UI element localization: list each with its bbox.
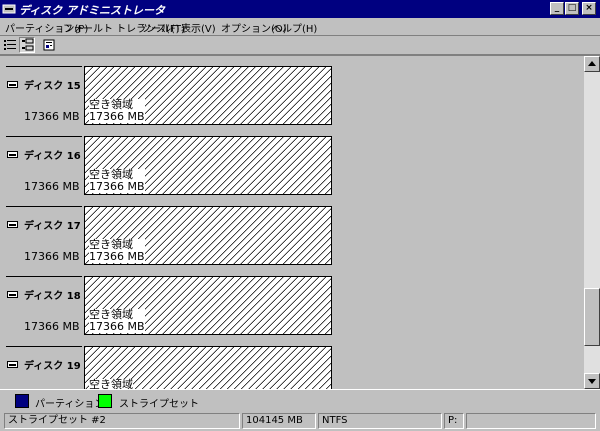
scroll-down-button[interactable] — [584, 373, 600, 389]
stripe-set-color-swatch — [98, 394, 112, 408]
scroll-up-button[interactable] — [584, 56, 600, 72]
status-size: 104145 MB — [242, 413, 316, 429]
disk-name: ディスク 18 — [24, 291, 81, 302]
status-selection: ストライプセット #2 — [4, 413, 240, 429]
disk-name: ディスク 17 — [24, 221, 81, 232]
free-space-region[interactable]: 空き領域 17366 MB — [84, 66, 332, 125]
vertical-scrollbar[interactable] — [584, 56, 600, 389]
status-drive-letter: P: — [444, 413, 464, 429]
disk-name: ディスク 15 — [24, 81, 81, 92]
menu-bar: パーティション(P) フォールト トレランス(F) ツール(T) 表示(V) オ… — [0, 18, 600, 35]
disk-size: 17366 MB — [24, 110, 80, 123]
disk-size: 17366 MB — [24, 180, 80, 193]
free-space-region[interactable]: 空き領域 17366 MB — [84, 276, 332, 335]
window-title: ディスク アドミニストレータ — [19, 4, 166, 17]
properties-icon — [43, 39, 55, 51]
disk-separator — [6, 276, 82, 277]
volumes-view-button[interactable] — [2, 37, 18, 53]
volume-size: 17366 MB — [89, 250, 145, 263]
volume-size: 17366 MB — [89, 320, 145, 333]
partition-color-swatch — [15, 394, 29, 408]
minimize-button[interactable]: _ — [550, 2, 564, 15]
disk-size: 17366 MB — [24, 320, 80, 333]
hard-disk-icon — [7, 361, 18, 368]
volume-size: 17366 MB — [89, 180, 145, 193]
free-space-label: 空き領域 17366 MB — [89, 239, 145, 263]
arrow-up-icon — [588, 61, 596, 66]
status-empty-field — [466, 413, 596, 429]
disk-row[interactable]: ディスク 18 17366 MB 空き領域 17366 MB — [0, 276, 584, 346]
disk-configuration-pane: ディスク 15 17366 MB 空き領域 17366 MB ディスク 16 1… — [0, 54, 600, 389]
disk-separator — [6, 136, 82, 137]
legend-bar: パーティション ストライプセット — [0, 389, 600, 411]
properties-button[interactable] — [41, 37, 57, 53]
disk-name: ディスク 16 — [24, 151, 81, 162]
list-view-icon — [4, 40, 16, 50]
legend-stripe-set-label: ストライプセット — [119, 399, 199, 410]
free-space-label: 空き領域 17366 MB — [89, 169, 145, 193]
disk-layout-icon — [22, 38, 34, 51]
toolbar — [0, 35, 600, 54]
free-space-region[interactable]: 空き領域 17366 MB — [84, 206, 332, 265]
disk-row[interactable]: ディスク 15 17366 MB 空き領域 17366 MB — [0, 66, 584, 136]
hard-disk-icon — [7, 291, 18, 298]
maximize-button[interactable]: □ — [565, 2, 579, 15]
disk-admin-app-icon — [2, 4, 16, 14]
disk-separator — [6, 66, 82, 67]
scroll-thumb[interactable] — [584, 288, 600, 346]
menu-help[interactable]: ヘルプ(H) — [272, 20, 317, 35]
volume-size: 17366 MB — [89, 110, 145, 123]
status-bar: ストライプセット #2 104145 MB NTFS P: — [0, 411, 600, 431]
disk-row[interactable]: ディスク 16 17366 MB 空き領域 17366 MB — [0, 136, 584, 206]
disk-row[interactable]: ディスク 17 17366 MB 空き領域 17366 MB — [0, 206, 584, 276]
hard-disk-icon — [7, 221, 18, 228]
disk-separator — [6, 346, 82, 347]
free-space-label: 空き領域 17366 MB — [89, 309, 145, 333]
disk-separator — [6, 206, 82, 207]
hard-disk-icon — [7, 151, 18, 158]
disk-row[interactable]: ディスク 19 空き領域 — [0, 346, 584, 389]
legend-partition-label: パーティション — [35, 399, 105, 410]
menu-tools[interactable]: ツール(T) — [141, 20, 185, 35]
menu-view[interactable]: 表示(V) — [181, 20, 216, 35]
disk-name: ディスク 19 — [24, 361, 81, 372]
free-space-label: 空き領域 17366 MB — [89, 99, 145, 123]
free-space-region[interactable]: 空き領域 — [84, 346, 332, 389]
disk-size: 17366 MB — [24, 250, 80, 263]
free-space-label: 空き領域 — [89, 379, 133, 389]
title-bar[interactable]: ディスク アドミニストレータ _ □ × — [0, 0, 600, 18]
free-space-region[interactable]: 空き領域 17366 MB — [84, 136, 332, 195]
disk-administrator-window: ディスク アドミニストレータ _ □ × パーティション(P) フォールト トレ… — [0, 0, 600, 431]
close-button[interactable]: × — [582, 2, 596, 15]
disk-configuration-view-button[interactable] — [19, 37, 35, 53]
volume-label: 空き領域 — [89, 378, 133, 390]
hard-disk-icon — [7, 81, 18, 88]
arrow-down-icon — [588, 379, 596, 384]
status-filesystem: NTFS — [318, 413, 442, 429]
